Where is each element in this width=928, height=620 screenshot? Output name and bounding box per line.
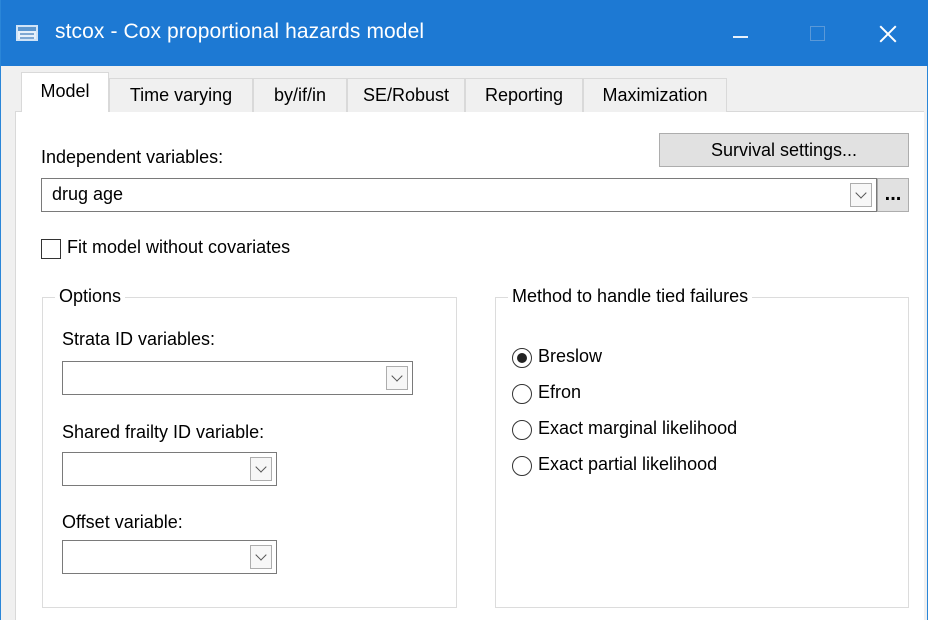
radio-exact-marginal-label: Exact marginal likelihood [538,418,738,438]
options-group-title: Options [55,286,126,307]
model-tab-content: Survival settings... Independent variabl… [16,112,924,620]
strata-id-combo[interactable] [62,361,413,395]
radio-breslow[interactable] [512,348,532,368]
strata-id-dropdown-button[interactable] [386,366,408,390]
shared-frailty-label: Shared frailty ID variable: [62,422,265,442]
variable-picker-button[interactable]: ... [877,178,909,212]
independent-variables-combo[interactable]: drug age [41,178,877,212]
chevron-down-icon [255,461,267,473]
offset-variable-dropdown-button[interactable] [250,545,272,569]
radio-efron-label: Efron [538,382,582,402]
tab-time-varying[interactable]: Time varying [109,78,253,112]
tab-model[interactable]: Model [21,72,109,112]
independent-variables-label: Independent variables: [41,147,224,167]
minimize-button[interactable] [706,0,766,66]
fit-without-covariates-label: Fit model without covariates [67,237,291,257]
offset-variable-combo[interactable] [62,540,277,574]
survival-settings-button[interactable]: Survival settings... [659,133,909,167]
maximize-button [786,0,846,66]
radio-breslow-label: Breslow [538,346,603,366]
app-icon [16,25,38,41]
strata-id-label: Strata ID variables: [62,329,216,349]
maximize-icon [810,26,825,41]
tab-maximization[interactable]: Maximization [583,78,727,112]
tab-by-if-in[interactable]: by/if/in [253,78,347,112]
independent-variables-value: drug age [52,184,124,204]
radio-selected-dot [517,353,527,363]
tied-failures-group-title: Method to handle tied failures [508,286,753,307]
dialog-window: stcox - Cox proportional hazards model M… [0,0,928,620]
tab-reporting[interactable]: Reporting [465,78,583,112]
radio-exact-partial[interactable] [512,456,532,476]
chevron-down-icon [855,187,867,199]
title-bar[interactable]: stcox - Cox proportional hazards model [1,0,928,66]
chevron-down-icon [391,370,403,382]
shared-frailty-combo[interactable] [62,452,277,486]
offset-variable-label: Offset variable: [62,512,183,532]
independent-variables-dropdown-button[interactable] [850,183,872,207]
window-title: stcox - Cox proportional hazards model [55,20,425,43]
radio-efron[interactable] [512,384,532,404]
tied-failures-group: Method to handle tied failures [495,286,909,608]
minimize-icon [733,36,748,38]
chevron-down-icon [255,549,267,561]
tab-se-robust[interactable]: SE/Robust [347,78,465,112]
close-button[interactable] [857,0,917,66]
radio-exact-marginal[interactable] [512,420,532,440]
shared-frailty-dropdown-button[interactable] [250,457,272,481]
fit-without-covariates-checkbox[interactable] [41,239,61,259]
radio-exact-partial-label: Exact partial likelihood [538,454,718,474]
